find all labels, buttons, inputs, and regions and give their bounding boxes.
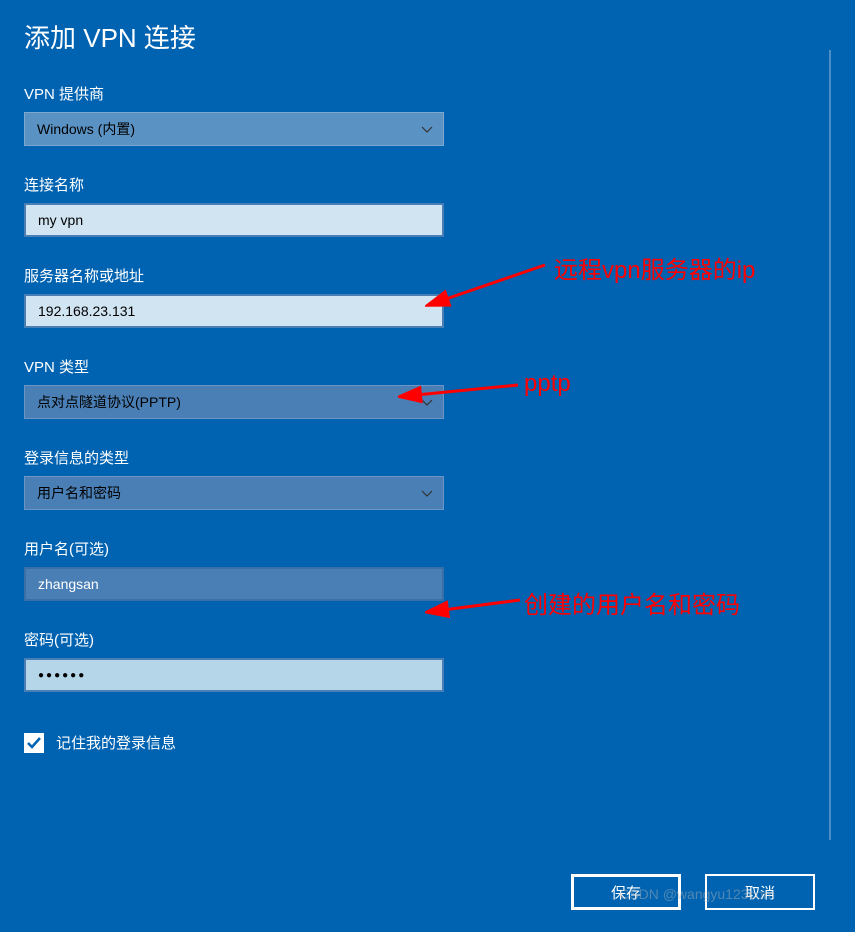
connection-name-label: 连接名称 bbox=[24, 174, 831, 195]
vpn-provider-select[interactable]: Windows (内置) bbox=[24, 112, 444, 146]
signin-type-value: 用户名和密码 bbox=[37, 483, 121, 503]
vpn-provider-label: VPN 提供商 bbox=[24, 83, 831, 104]
vpn-type-value: 点对点隧道协议(PPTP) bbox=[37, 392, 181, 412]
remember-label: 记住我的登录信息 bbox=[56, 732, 176, 753]
connection-name-group: 连接名称 bbox=[24, 174, 831, 237]
annotation-server-ip: 远程vpn服务器的ip bbox=[554, 250, 755, 285]
remember-checkbox[interactable] bbox=[24, 733, 44, 753]
scrollbar[interactable] bbox=[829, 50, 831, 840]
signin-type-label: 登录信息的类型 bbox=[24, 447, 831, 468]
remember-group: 记住我的登录信息 bbox=[24, 732, 831, 753]
vpn-type-select[interactable]: 点对点隧道协议(PPTP) bbox=[24, 385, 444, 419]
arrow-icon bbox=[425, 250, 555, 310]
signin-type-group: 登录信息的类型 用户名和密码 bbox=[24, 447, 831, 510]
chevron-down-icon bbox=[421, 121, 433, 137]
password-label: 密码(可选) bbox=[24, 629, 831, 650]
checkmark-icon bbox=[26, 735, 42, 751]
username-input[interactable] bbox=[24, 567, 444, 601]
vpn-provider-value: Windows (内置) bbox=[37, 119, 135, 139]
signin-type-select[interactable]: 用户名和密码 bbox=[24, 476, 444, 510]
username-label: 用户名(可选) bbox=[24, 538, 831, 559]
arrow-icon bbox=[398, 370, 528, 410]
annotation-credentials: 创建的用户名和密码 bbox=[524, 585, 740, 620]
annotation-vpn-type: pptp bbox=[524, 370, 571, 398]
connection-name-input[interactable] bbox=[24, 203, 444, 237]
chevron-down-icon bbox=[421, 485, 433, 501]
watermark: CSDN @wangyu123com bbox=[619, 886, 775, 902]
password-input[interactable] bbox=[24, 658, 444, 692]
server-address-input[interactable] bbox=[24, 294, 444, 328]
page-title: 添加 VPN 连接 bbox=[24, 18, 831, 55]
arrow-icon bbox=[425, 585, 535, 625]
vpn-provider-group: VPN 提供商 Windows (内置) bbox=[24, 83, 831, 146]
password-group: 密码(可选) bbox=[24, 629, 831, 692]
